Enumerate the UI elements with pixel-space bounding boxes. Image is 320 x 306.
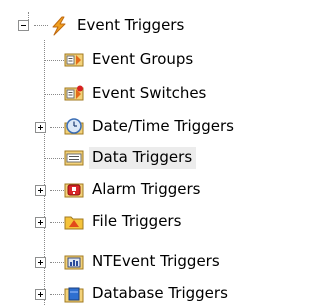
expand-toggle-datetime-triggers[interactable] [35,122,46,133]
tree-item-label: File Triggers [92,212,182,230]
tree-item-event-groups[interactable]: Event Groups [64,48,197,72]
tree-line-root [34,25,48,26]
tree-item-label: NTEvent Triggers [92,252,220,270]
tree-line-file [50,222,64,223]
ntevent-icon [64,255,84,270]
tree-item-label: Date/Time Triggers [92,117,234,135]
expand-toggle-file-triggers[interactable] [35,217,46,228]
database-icon [64,287,84,303]
tree-item-alarm-triggers[interactable]: Alarm Triggers [64,178,204,202]
expand-toggle-ntevent-triggers[interactable] [35,257,46,268]
tree-line-event-groups [44,60,64,61]
tree-item-label: Data Triggers [89,147,197,169]
clock-icon [64,118,84,135]
tree-line-data-triggers [44,158,64,159]
tree-item-database-triggers[interactable]: Database Triggers [64,282,232,306]
data-triggers-icon [64,150,84,166]
event-triggers-tree: Event Triggers Event Groups Event Switch… [0,0,309,305]
tree-item-label: Event Groups [92,50,194,68]
file-triggers-icon [64,216,84,230]
tree-line-database [50,294,64,295]
tree-item-label: Alarm Triggers [92,180,201,198]
tree-item-label: Database Triggers [92,284,228,302]
tree-item-label: Event Triggers [77,16,185,34]
tree-item-event-triggers[interactable]: Event Triggers [49,14,188,38]
expand-toggle-database-triggers[interactable] [35,289,46,300]
collapse-toggle-event-triggers[interactable] [18,20,29,31]
tree-item-file-triggers[interactable]: File Triggers [64,210,185,234]
tree-item-ntevent-triggers[interactable]: NTEvent Triggers [64,250,224,274]
expand-toggle-alarm-triggers[interactable] [35,185,46,196]
event-switches-icon [64,85,84,101]
tree-item-datetime-triggers[interactable]: Date/Time Triggers [64,115,238,139]
tree-line-ntevent [50,262,64,263]
tree-line-alarm [50,190,64,191]
tree-item-event-switches[interactable]: Event Switches [64,82,210,106]
tree-line-datetime [50,127,64,128]
tree-item-data-triggers[interactable]: Data Triggers [64,146,197,170]
tree-item-label: Event Switches [92,84,207,102]
tree-line-event-switches [44,94,64,95]
alarm-icon [64,183,84,198]
lightning-icon [52,16,66,36]
event-groups-icon [64,53,84,67]
